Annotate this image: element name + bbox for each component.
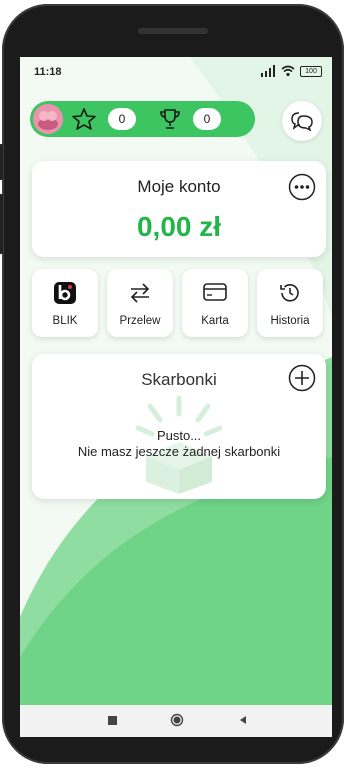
piggy-banks-title: Skarbonki [141,370,217,389]
signal-icon [261,65,275,77]
blik-icon [54,282,76,304]
battery-icon: 100 [300,65,322,77]
battery-level: 100 [305,67,317,75]
navigation-bar [20,705,332,737]
earpiece-speaker [138,28,208,34]
card-icon [203,283,227,301]
more-dots-icon[interactable] [288,173,316,201]
empty-message: Nie masz jeszcze żadnej skarbonki [77,444,281,459]
avatar[interactable] [33,104,63,134]
transfer-tile[interactable]: Przelew [107,269,173,337]
power-button [0,194,3,254]
screen: 11:18 100 0 0 Moje konto 0,00 zł BLIK Pr… [20,57,332,737]
blik-tile[interactable]: BLIK [32,269,98,337]
trophy-icon [160,109,180,129]
card-tile[interactable]: Karta [182,269,248,337]
card-label: Karta [201,315,229,327]
history-label: Historia [270,315,310,327]
transfer-label: Przelew [119,315,161,327]
chat-button[interactable] [282,101,322,141]
history-icon [280,284,299,302]
stars-count: 0 [108,108,136,130]
status-bar: 11:18 100 [20,57,332,85]
back-button[interactable] [238,715,248,725]
recent-apps-button[interactable] [108,716,117,725]
status-icons: 100 [260,65,322,77]
home-button[interactable] [170,713,184,727]
trophies-count: 0 [193,108,221,130]
transfer-arrows-icon [130,283,150,303]
piggy-banks-card: Skarbonki Pusto... Nie masz jeszcze żadn… [32,354,326,499]
chat-bubbles-icon [291,112,313,132]
history-tile[interactable]: Historia [257,269,323,337]
account-title: Moje konto [137,177,221,196]
empty-title: Pusto... [156,428,202,443]
blik-label: BLIK [52,315,78,327]
star-icon [72,108,96,130]
clock: 11:18 [34,66,62,78]
gamification-bar[interactable]: 0 0 [30,101,255,137]
volume-button [0,144,3,180]
account-balance: 0,00 zł [136,211,222,242]
account-card[interactable]: Moje konto 0,00 zł [32,161,326,257]
phone-frame: 11:18 100 0 0 Moje konto 0,00 zł BLIK Pr… [0,4,344,764]
wifi-icon [281,65,295,77]
plus-icon[interactable] [288,364,316,392]
